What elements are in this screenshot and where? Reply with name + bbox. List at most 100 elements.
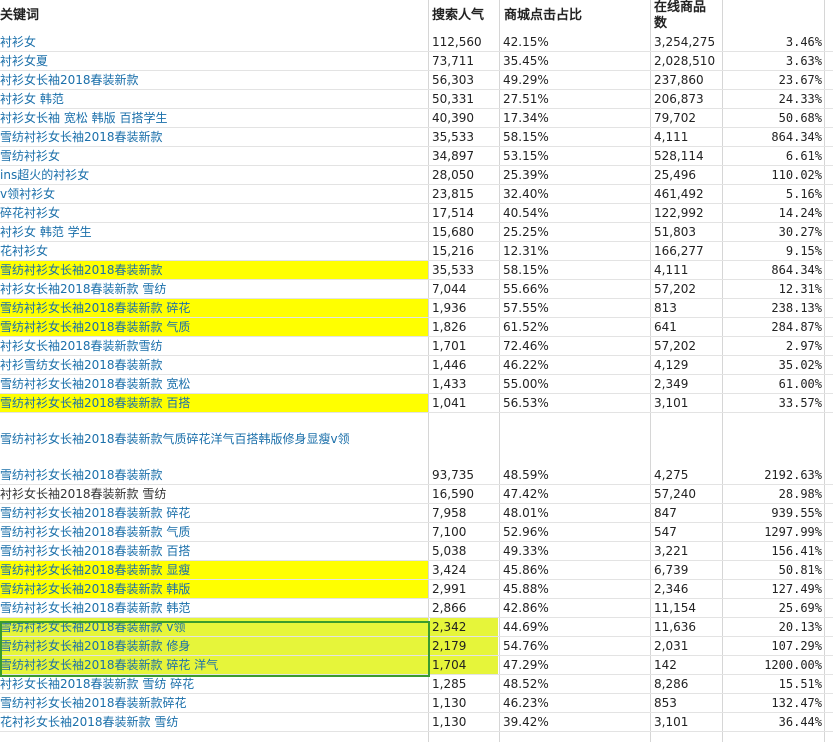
keyword-cell[interactable]: 雪纺衬衫女长袖2018春装新款	[0, 466, 428, 485]
search-popularity-cell[interactable]: 40,390	[430, 109, 498, 128]
click-ratio-cell[interactable]: 56.53%	[501, 394, 649, 413]
ratio-cell[interactable]: 20.13%	[724, 618, 822, 637]
click-ratio-cell[interactable]: 32.40%	[501, 185, 649, 204]
online-products-cell[interactable]: 2,031	[652, 637, 722, 656]
ratio-cell[interactable]: 61.00%	[724, 375, 822, 394]
online-products-cell[interactable]: 57,240	[652, 485, 722, 504]
search-popularity-cell[interactable]: 1,826	[430, 318, 498, 337]
online-products-cell[interactable]: 122,992	[652, 204, 722, 223]
click-ratio-cell[interactable]: 46.22%	[501, 356, 649, 375]
click-ratio-cell[interactable]: 53.15%	[501, 147, 649, 166]
online-products-cell[interactable]: 4,111	[652, 261, 722, 280]
online-products-cell[interactable]: 206,873	[652, 90, 722, 109]
keyword-cell[interactable]: 花衬衫女长袖2018春装新款 雪纺	[0, 713, 428, 732]
click-ratio-cell[interactable]: 35.45%	[501, 52, 649, 71]
search-popularity-cell[interactable]: 1,936	[430, 299, 498, 318]
click-ratio-cell[interactable]: 52.96%	[501, 523, 649, 542]
online-products-cell[interactable]: 11,636	[652, 618, 722, 637]
ratio-cell[interactable]: 12.31%	[724, 280, 822, 299]
click-ratio-cell[interactable]: 42.15%	[501, 33, 649, 52]
search-popularity-cell[interactable]: 2,342	[430, 618, 498, 637]
keyword-cell[interactable]: 衬衫女长袖2018春装新款雪纺	[0, 337, 428, 356]
keyword-cell[interactable]: 衬衫女 韩范	[0, 90, 428, 109]
search-popularity-cell[interactable]: 35,533	[430, 128, 498, 147]
keyword-cell[interactable]: 雪纺衬衫女长袖2018春装新款 宽松	[0, 375, 428, 394]
online-products-cell[interactable]: 3,254,275	[652, 33, 722, 52]
search-popularity-cell[interactable]: 1,446	[430, 356, 498, 375]
ratio-cell[interactable]: 15.51%	[724, 675, 822, 694]
click-ratio-cell[interactable]: 17.34%	[501, 109, 649, 128]
click-ratio-cell[interactable]: 55.00%	[501, 375, 649, 394]
click-ratio-cell[interactable]: 48.01%	[501, 504, 649, 523]
keyword-cell[interactable]: 衬衫女夏	[0, 52, 428, 71]
ratio-cell[interactable]: 238.13%	[724, 299, 822, 318]
click-ratio-cell[interactable]: 46.23%	[501, 694, 649, 713]
online-products-cell[interactable]: 461,492	[652, 185, 722, 204]
ratio-cell[interactable]: 50.81%	[724, 561, 822, 580]
ratio-cell[interactable]: 3.46%	[724, 33, 822, 52]
keyword-cell[interactable]: 雪纺衬衫女长袖2018春装新款 碎花 洋气	[0, 656, 428, 675]
online-products-cell[interactable]: 11,154	[652, 599, 722, 618]
ratio-cell[interactable]: 107.29%	[724, 637, 822, 656]
ratio-cell[interactable]: 30.27%	[724, 223, 822, 242]
online-products-cell[interactable]: 57,202	[652, 337, 722, 356]
online-products-cell[interactable]: 2,028,510	[652, 52, 722, 71]
online-products-cell[interactable]: 25,496	[652, 166, 722, 185]
click-ratio-cell[interactable]: 61.52%	[501, 318, 649, 337]
keyword-cell[interactable]: 衬衫女长袖2018春装新款 雪纺	[0, 280, 428, 299]
online-products-cell[interactable]: 2,346	[652, 580, 722, 599]
ratio-cell[interactable]: 25.69%	[724, 599, 822, 618]
search-popularity-cell[interactable]: 3,424	[430, 561, 498, 580]
click-ratio-cell[interactable]: 25.39%	[501, 166, 649, 185]
keyword-cell[interactable]: ins超火的衬衫女	[0, 166, 428, 185]
online-products-cell[interactable]: 8,286	[652, 675, 722, 694]
keyword-cell[interactable]: 雪纺衬衫女长袖2018春装新款 气质	[0, 318, 428, 337]
click-ratio-cell[interactable]: 49.33%	[501, 542, 649, 561]
ratio-cell[interactable]: 36.44%	[724, 713, 822, 732]
search-popularity-cell[interactable]: 2,991	[430, 580, 498, 599]
ratio-cell[interactable]: 2.97%	[724, 337, 822, 356]
search-popularity-cell[interactable]: 112,560	[430, 33, 498, 52]
search-popularity-cell[interactable]: 15,216	[430, 242, 498, 261]
keyword-cell[interactable]: 雪纺衬衫女长袖2018春装新款 百搭	[0, 394, 428, 413]
click-ratio-cell[interactable]: 48.52%	[501, 675, 649, 694]
ratio-cell[interactable]: 864.34%	[724, 128, 822, 147]
header-click-ratio[interactable]: 商城点击占比	[504, 8, 582, 24]
keyword-cell[interactable]: 雪纺衬衫女长袖2018春装新款	[0, 128, 428, 147]
keyword-cell[interactable]: 雪纺衬衫女长袖2018春装新款	[0, 261, 428, 280]
online-products-cell[interactable]: 166,277	[652, 242, 722, 261]
click-ratio-cell[interactable]: 27.51%	[501, 90, 649, 109]
search-popularity-cell[interactable]: 16,590	[430, 485, 498, 504]
ratio-cell[interactable]: 1297.99%	[724, 523, 822, 542]
ratio-cell[interactable]: 284.87%	[724, 318, 822, 337]
search-popularity-cell[interactable]: 2,179	[430, 637, 498, 656]
search-popularity-cell[interactable]: 7,100	[430, 523, 498, 542]
header-keyword[interactable]: 关键词	[0, 8, 39, 24]
ratio-cell[interactable]: 132.47%	[724, 694, 822, 713]
keyword-cell[interactable]: 雪纺衬衫女长袖2018春装新款 v领	[0, 618, 428, 637]
online-products-cell[interactable]: 79,702	[652, 109, 722, 128]
search-popularity-cell[interactable]: 73,711	[430, 52, 498, 71]
click-ratio-cell[interactable]: 39.42%	[501, 713, 649, 732]
online-products-cell[interactable]: 4,275	[652, 466, 722, 485]
keyword-cell[interactable]: 雪纺衬衫女长袖2018春装新款碎花	[0, 694, 428, 713]
search-popularity-cell[interactable]: 50,331	[430, 90, 498, 109]
click-ratio-cell[interactable]: 55.66%	[501, 280, 649, 299]
click-ratio-cell[interactable]: 57.55%	[501, 299, 649, 318]
ratio-cell[interactable]: 35.02%	[724, 356, 822, 375]
click-ratio-cell[interactable]: 12.31%	[501, 242, 649, 261]
keyword-cell[interactable]: 衬衫女 韩范 学生	[0, 223, 428, 242]
keyword-cell[interactable]: v领衬衫女	[0, 185, 428, 204]
online-products-cell[interactable]: 853	[652, 694, 722, 713]
click-ratio-cell[interactable]: 48.59%	[501, 466, 649, 485]
ratio-cell[interactable]: 50.68%	[724, 109, 822, 128]
search-popularity-cell[interactable]: 1,285	[430, 675, 498, 694]
search-popularity-cell[interactable]: 1,041	[430, 394, 498, 413]
online-products-cell[interactable]: 813	[652, 299, 722, 318]
ratio-cell[interactable]: 864.34%	[724, 261, 822, 280]
click-ratio-cell[interactable]: 45.88%	[501, 580, 649, 599]
click-ratio-cell[interactable]: 45.86%	[501, 561, 649, 580]
online-products-cell[interactable]: 3,221	[652, 542, 722, 561]
click-ratio-cell[interactable]: 72.46%	[501, 337, 649, 356]
search-popularity-cell[interactable]: 1,130	[430, 713, 498, 732]
